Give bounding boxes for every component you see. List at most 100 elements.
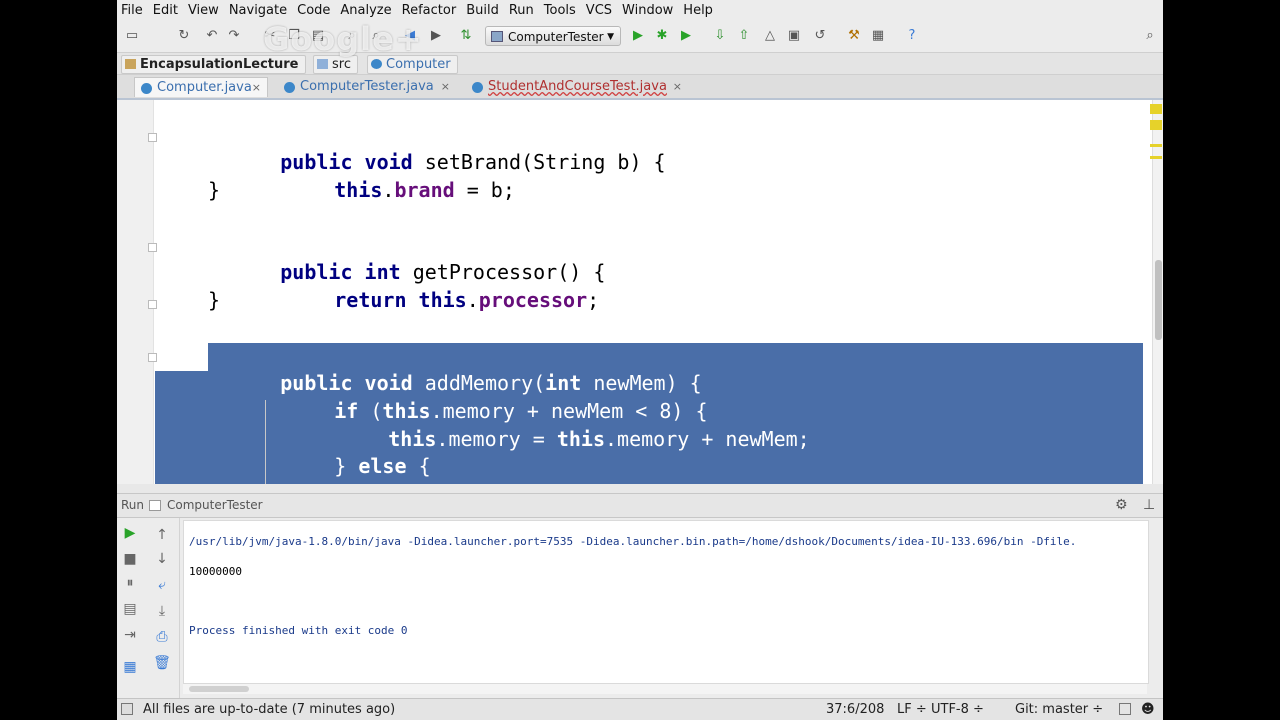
fold-marker[interactable]: [148, 243, 157, 252]
rerun-icon[interactable]: ▶: [121, 524, 139, 542]
settings-icon[interactable]: ⚒: [845, 27, 863, 45]
code-line: this.memory = this.memory + newMem;: [388, 427, 810, 451]
menu-analyze[interactable]: Analyze: [336, 3, 397, 18]
stop-icon[interactable]: ■: [121, 550, 139, 568]
fold-marker[interactable]: [148, 133, 157, 142]
menu-vcs[interactable]: VCS: [582, 3, 618, 18]
run-icon[interactable]: ▶: [629, 27, 647, 45]
code-line: }: [208, 288, 221, 312]
breadcrumb-class-label: Computer: [386, 57, 451, 72]
gear-icon[interactable]: ⚙: [1115, 494, 1128, 517]
vcs-update-icon[interactable]: ⇩: [711, 27, 729, 45]
console-command-line: /usr/lib/jvm/java-1.8.0/bin/java -Didea.…: [189, 535, 1077, 548]
run-tool-window-title: Run: [121, 498, 145, 512]
tool-windows-icon[interactable]: [121, 703, 133, 715]
coverage-icon[interactable]: ▶: [677, 27, 695, 45]
menu-code[interactable]: Code: [293, 3, 336, 18]
code-line: public void setBrand(String b) {: [280, 150, 666, 174]
vcs-commit-icon[interactable]: ⇧: [735, 27, 753, 45]
help-icon[interactable]: ?: [903, 27, 921, 45]
down-arrow-icon[interactable]: ↓: [153, 550, 171, 568]
dump-threads-icon[interactable]: ▤: [121, 600, 139, 618]
code-line: return this.processor;: [334, 288, 600, 312]
search-icon[interactable]: ⌕: [1141, 27, 1159, 45]
menu-refactor[interactable]: Refactor: [398, 3, 463, 18]
run-tab-icon: [149, 500, 161, 511]
console-output[interactable]: /usr/lib/jvm/java-1.8.0/bin/java -Didea.…: [183, 520, 1149, 684]
close-icon[interactable]: ×: [252, 78, 261, 98]
menu-help[interactable]: Help: [679, 3, 719, 18]
menu-edit[interactable]: Edit: [149, 3, 184, 18]
editor-tabs: Computer.java × ComputerTester.java × St…: [117, 75, 1163, 100]
status-bar: All files are up-to-date (7 minutes ago)…: [117, 698, 1163, 720]
git-branch-select[interactable]: Git: master ÷: [1015, 699, 1103, 720]
class-icon: [371, 59, 382, 69]
clear-all-icon[interactable]: 🗑: [153, 654, 171, 672]
application-icon: [491, 31, 503, 42]
code-editor[interactable]: public void setBrand(String b) { this.br…: [117, 100, 1163, 484]
tab-label: StudentAndCourseTest.java: [488, 79, 667, 94]
redo-icon[interactable]: ↷: [225, 27, 243, 45]
code-line: public void addMemory(int newMem) {: [280, 371, 702, 395]
warning-marker[interactable]: [1150, 120, 1162, 130]
make-project-icon[interactable]: ⇅: [457, 27, 475, 45]
menu-view[interactable]: View: [184, 3, 225, 18]
tab-computertester-java[interactable]: ComputerTester.java ×: [278, 77, 456, 97]
editor-gutter: [117, 100, 157, 484]
menu-file[interactable]: File: [117, 3, 149, 18]
code-line: }: [208, 178, 221, 202]
inspector-icon[interactable]: ☻: [1141, 699, 1155, 720]
soft-wrap-icon[interactable]: ⤶: [153, 576, 171, 594]
pause-icon[interactable]: ⏸: [121, 574, 139, 592]
tab-studentandcoursetest-java[interactable]: StudentAndCourseTest.java ×: [466, 77, 688, 97]
close-icon[interactable]: ×: [673, 77, 682, 97]
scrollbar-thumb[interactable]: [1155, 260, 1162, 340]
run-configuration-select[interactable]: ComputerTester ▼: [485, 26, 621, 46]
chevron-down-icon: ▼: [607, 32, 614, 42]
tab-label: ComputerTester.java: [300, 79, 434, 94]
menu-tools[interactable]: Tools: [540, 3, 582, 18]
code-line: this.brand = b;: [334, 178, 515, 202]
line-separator-select[interactable]: LF ÷: [897, 699, 927, 720]
caret-position[interactable]: 37:6/208: [826, 699, 884, 720]
up-arrow-icon[interactable]: ↑: [153, 526, 171, 544]
scrollbar-thumb[interactable]: [189, 686, 249, 692]
fold-marker[interactable]: [148, 300, 157, 309]
class-icon: [141, 83, 152, 94]
fold-marker[interactable]: [148, 353, 157, 362]
layout-icon[interactable]: ▦: [121, 658, 139, 676]
menu-navigate[interactable]: Navigate: [225, 3, 293, 18]
menu-window[interactable]: Window: [618, 3, 679, 18]
encoding-select[interactable]: UTF-8 ÷: [931, 699, 984, 720]
menu-bar: File Edit View Navigate Code Analyze Ref…: [117, 0, 1163, 20]
warning-marker[interactable]: [1150, 144, 1162, 147]
menu-build[interactable]: Build: [462, 3, 505, 18]
status-message: All files are up-to-date (7 minutes ago): [143, 702, 396, 717]
menu-run[interactable]: Run: [505, 3, 540, 18]
exit-icon[interactable]: ⇥: [121, 626, 139, 644]
code-line: } else {: [334, 454, 431, 478]
console-horizontal-scrollbar[interactable]: [183, 684, 1147, 694]
forward-icon[interactable]: ▶: [427, 27, 445, 45]
code-line: public int getProcessor() {: [280, 260, 606, 284]
close-icon[interactable]: ×: [441, 77, 450, 97]
analysis-status-icon[interactable]: [1150, 104, 1162, 114]
print-icon[interactable]: ⎙: [153, 628, 171, 646]
warning-marker[interactable]: [1150, 156, 1162, 159]
vcs-revert-icon[interactable]: ↺: [811, 27, 829, 45]
run-toolbar: ▶ ■ ⏸ ▤ ⇥ ▦ ↑ ↓ ⤶ ⤓ ⎙ 🗑: [117, 518, 180, 698]
run-tab-label[interactable]: ComputerTester: [167, 494, 263, 517]
scroll-to-end-icon[interactable]: ⤓: [153, 602, 171, 620]
tab-computer-java[interactable]: Computer.java ×: [134, 77, 268, 97]
code-line: System.out.print("Max memory reached");: [316, 454, 858, 484]
vcs-history-icon[interactable]: ▣: [785, 27, 803, 45]
class-icon: [284, 82, 295, 93]
debug-icon[interactable]: ✱: [653, 27, 671, 45]
sync-icon[interactable]: ↻: [175, 27, 193, 45]
lock-icon[interactable]: [1119, 703, 1131, 715]
vcs-compare-icon[interactable]: △: [761, 27, 779, 45]
hide-panel-icon[interactable]: ⊥: [1143, 494, 1155, 517]
open-folder-icon[interactable]: ▭: [123, 27, 141, 45]
undo-icon[interactable]: ↶: [203, 27, 221, 45]
project-structure-icon[interactable]: ▦: [869, 27, 887, 45]
